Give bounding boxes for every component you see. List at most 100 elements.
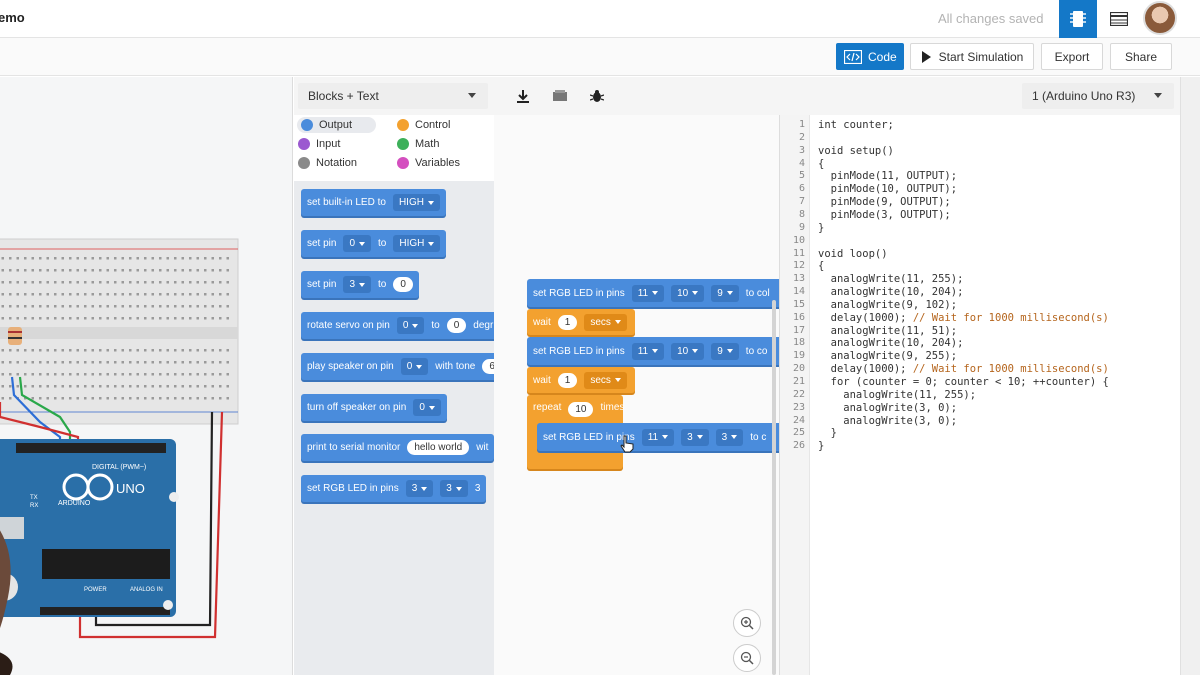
dropdown[interactable]: 0 — [396, 317, 425, 334]
category-output[interactable]: Output — [297, 117, 377, 133]
block-turn-off-speaker[interactable]: turn off speaker on pin 0 — [301, 394, 447, 421]
breadboard-hole — [204, 317, 207, 320]
resistor[interactable] — [8, 327, 22, 345]
workspace-scrollbar[interactable] — [772, 300, 776, 675]
code-line[interactable]: pinMode(3, OUTPUT); — [818, 209, 951, 221]
dropdown[interactable]: HIGH — [392, 194, 440, 211]
circuit-canvas[interactable]: DIGITAL (PWM~) UNO ARDUINO POWER ANALOG … — [0, 77, 293, 675]
value-input[interactable]: 0 — [446, 318, 467, 333]
ws-block-wait-2[interactable]: wait 1 secs — [527, 367, 635, 393]
webcam-overlay-hair — [0, 652, 13, 675]
schematic-view-button[interactable] — [1100, 0, 1138, 38]
dropdown[interactable]: 3 — [681, 428, 709, 446]
code-line[interactable]: analogWrite(11, 255); — [818, 389, 976, 401]
code-line[interactable]: analogWrite(11, 51); — [818, 325, 957, 337]
code-line[interactable]: pinMode(10, OUTPUT); — [818, 183, 957, 195]
code-line[interactable]: analogWrite(10, 204); — [818, 337, 964, 349]
block-set-builtin-led[interactable]: set built-in LED to HIGH — [301, 189, 446, 216]
category-control[interactable]: Control — [397, 119, 450, 131]
upload-button[interactable] — [547, 84, 573, 108]
code-line[interactable]: int counter; — [818, 119, 894, 131]
dropdown[interactable]: 9 — [711, 342, 739, 360]
user-avatar[interactable] — [1143, 1, 1177, 35]
zoom-in-button[interactable] — [733, 609, 761, 637]
code-line[interactable]: analogWrite(3, 0); — [818, 402, 957, 414]
code-line[interactable]: analogWrite(9, 102); — [818, 299, 957, 311]
arduino-board[interactable]: DIGITAL (PWM~) UNO ARDUINO POWER ANALOG … — [0, 439, 179, 617]
dropdown[interactable]: 3 — [715, 428, 744, 446]
code-line[interactable]: { — [818, 260, 824, 272]
code-line[interactable]: { — [818, 158, 824, 170]
ws-block-set-rgb-3[interactable]: set RGB LED in pins 11 3 3 to c — [537, 423, 779, 451]
category-input[interactable]: Input — [298, 138, 340, 150]
dropdown[interactable]: 3 — [405, 480, 434, 497]
block-play-speaker[interactable]: play speaker on pin 0 with tone 60 — [301, 353, 494, 380]
dropdown[interactable]: 0 — [343, 235, 372, 252]
dropdown[interactable]: 9 — [711, 284, 739, 302]
code-line[interactable]: delay(1000); // Wait for 1000 millisecon… — [818, 363, 1109, 375]
code-line[interactable]: delay(1000); // Wait for 1000 millisecon… — [818, 312, 1109, 324]
code-line[interactable]: } — [818, 427, 837, 439]
dropdown[interactable]: 3 — [440, 480, 468, 497]
code-line[interactable]: analogWrite(11, 255); — [818, 273, 964, 285]
block-print-serial[interactable]: print to serial monitor hello world wit — [301, 434, 494, 461]
code-line[interactable]: analogWrite(9, 255); — [818, 350, 957, 362]
breadboard-hole — [9, 281, 12, 284]
dropdown[interactable]: secs — [584, 371, 627, 389]
export-button[interactable]: Export — [1041, 43, 1103, 70]
share-button[interactable]: Share — [1110, 43, 1172, 70]
dropdown[interactable]: 11 — [631, 284, 665, 302]
debugger-button[interactable] — [584, 84, 610, 108]
breadboard[interactable] — [0, 238, 239, 425]
download-button[interactable] — [510, 84, 536, 108]
circuit-view-button[interactable] — [1059, 0, 1097, 38]
ws-block-set-rgb-1[interactable]: set RGB LED in pins 11 10 9 to col — [527, 279, 779, 307]
code-line[interactable]: void setup() — [818, 145, 894, 157]
dropdown[interactable]: 10 — [671, 284, 705, 302]
code-line[interactable]: analogWrite(3, 0); — [818, 415, 957, 427]
block-workspace[interactable]: set RGB LED in pins 11 10 9 to col wait … — [494, 115, 780, 675]
code-line[interactable]: void loop() — [818, 248, 888, 260]
code-line[interactable]: } — [818, 222, 824, 234]
breadboard-hole — [159, 281, 162, 284]
code-editor[interactable]: 1 2 3 4 5 6 7 8 9 10 11 12 13 14 15 16 17 18 19 20 21 22 23 24 2… — [780, 115, 1180, 675]
board-select[interactable]: 1 (Arduino Uno R3) — [1022, 83, 1174, 109]
dropdown[interactable]: 0 — [413, 399, 441, 416]
zoom-out-button[interactable] — [733, 644, 761, 672]
editor-mode-select[interactable]: Blocks + Text — [298, 83, 488, 109]
start-simulation-button[interactable]: Start Simulation — [910, 43, 1034, 70]
block-set-rgb-led[interactable]: set RGB LED in pins 3 3 3 — [301, 475, 487, 502]
code-line[interactable]: pinMode(11, OUTPUT); — [818, 170, 957, 182]
breadboard-hole — [204, 281, 207, 284]
ws-block-wait-1[interactable]: wait 1 secs — [527, 309, 635, 335]
block-rotate-servo[interactable]: rotate servo on pin 0 to 0 degr — [301, 312, 494, 339]
dropdown[interactable]: 11 — [641, 428, 675, 446]
code-line[interactable]: for (counter = 0; counter < 10; ++counte… — [818, 376, 1109, 388]
code-button[interactable]: Code — [836, 43, 904, 70]
block-set-pin-digital[interactable]: set pin 0 to HIGH — [301, 230, 447, 257]
category-math[interactable]: Math — [397, 138, 439, 150]
category-notation[interactable]: Notation — [298, 157, 357, 169]
code-line[interactable]: analogWrite(10, 204); — [818, 286, 964, 298]
block-set-pin-analog[interactable]: set pin 3 to 0 — [301, 271, 419, 298]
ws-block-set-rgb-2[interactable]: set RGB LED in pins 11 10 9 to co — [527, 337, 779, 365]
dropdown[interactable]: 11 — [631, 342, 665, 360]
dropdown[interactable]: 10 — [671, 342, 705, 360]
document-title[interactable]: emo — [0, 10, 25, 25]
value-input[interactable]: 60 — [482, 359, 494, 374]
breadboard-hole — [106, 293, 109, 296]
value-input[interactable]: hello world — [407, 440, 470, 455]
value-input[interactable]: 0 — [393, 277, 413, 292]
breadboard-hole — [211, 385, 214, 388]
value-input[interactable]: 1 — [557, 372, 578, 388]
dropdown[interactable]: 0 — [400, 358, 429, 375]
dropdown[interactable]: 3 — [343, 276, 372, 293]
dropdown[interactable]: HIGH — [393, 235, 441, 252]
value-input[interactable]: 10 — [568, 402, 594, 417]
value-input[interactable]: 1 — [557, 314, 578, 330]
category-variables[interactable]: Variables — [397, 157, 460, 169]
category-output-label: Output — [319, 119, 353, 131]
code-line[interactable]: } — [818, 440, 824, 452]
dropdown[interactable]: secs — [584, 313, 627, 331]
code-line[interactable]: pinMode(9, OUTPUT); — [818, 196, 951, 208]
